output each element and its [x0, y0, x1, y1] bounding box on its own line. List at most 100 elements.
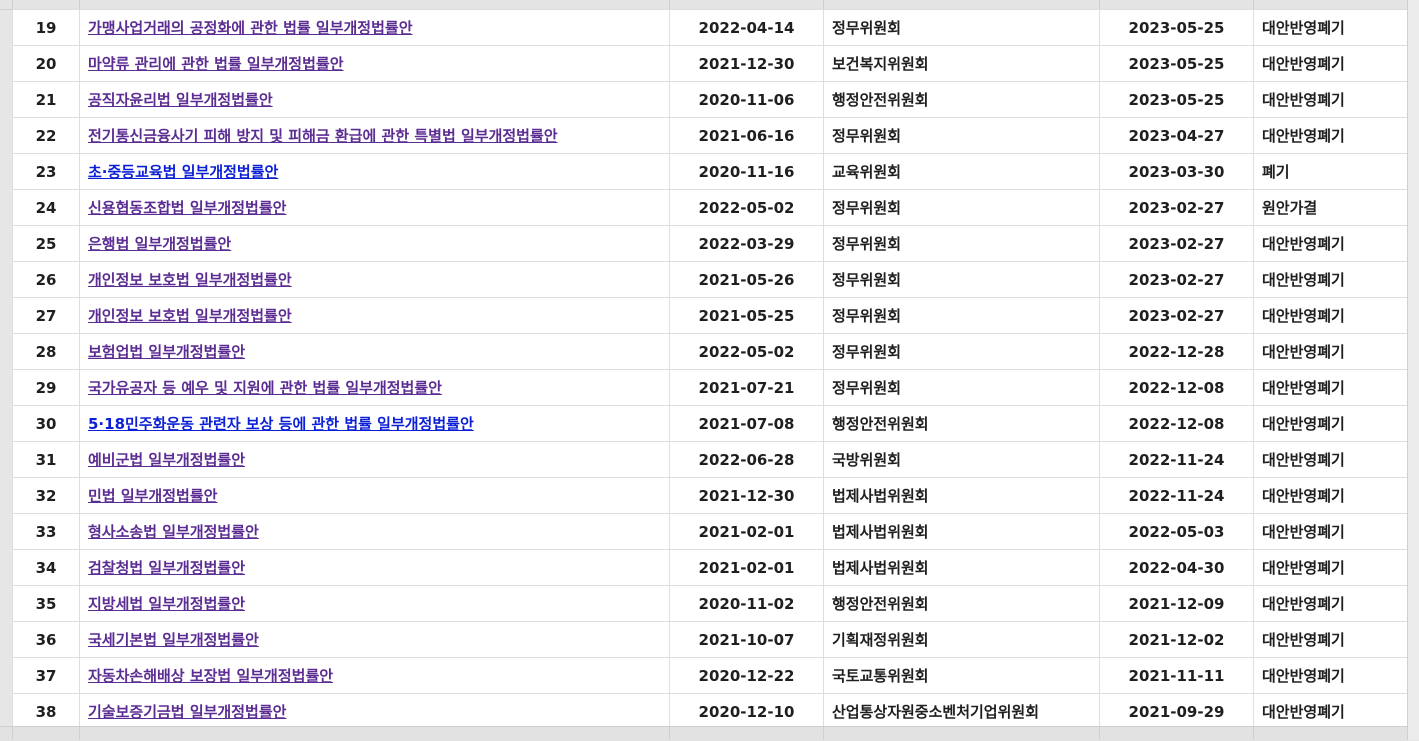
grid-line [1253, 726, 1254, 740]
proposed-date: 2021-10-07 [669, 621, 824, 658]
table-row: 21 공직자윤리법 일부개정법률안 2020-11-06 행정안전위원회 2023-05… [12, 81, 1408, 118]
bill-title-link[interactable]: 지방세법 일부개정법률안 [88, 595, 245, 613]
grid-line [1099, 726, 1100, 740]
grid-line [669, 0, 670, 9]
spreadsheet-view: 19 가맹사업거래의 공정화에 관한 법률 일부개정법률안 2022-04-14 정무… [0, 0, 1419, 741]
committee: 정무위원회 [823, 297, 1100, 334]
bill-title-link[interactable]: 가맹사업거래의 공정화에 관한 법률 일부개정법률안 [88, 19, 413, 37]
row-number: 34 [12, 549, 80, 586]
bill-title-link[interactable]: 전기통신금융사기 피해 방지 및 피해금 환급에 관한 특별법 일부개정법률안 [88, 127, 558, 145]
result-status: 대안반영폐기 [1253, 261, 1408, 298]
grid-line [12, 0, 13, 9]
bill-title-link[interactable]: 신용협동조합법 일부개정법률안 [88, 199, 286, 217]
bill-title-cell: 형사소송법 일부개정법률안 [79, 513, 670, 550]
row-number: 23 [12, 153, 80, 190]
bill-title-cell: 자동차손해배상 보장법 일부개정법률안 [79, 657, 670, 694]
committee: 정무위원회 [823, 189, 1100, 226]
processed-date: 2023-05-25 [1099, 45, 1254, 82]
committee: 정무위원회 [823, 225, 1100, 262]
bill-title-link[interactable]: 공직자윤리법 일부개정법률안 [88, 91, 273, 109]
table-row: 35 지방세법 일부개정법률안 2020-11-02 행정안전위원회 2021-12-0… [12, 585, 1408, 622]
table-row: 20 마약류 관리에 관한 법률 일부개정법률안 2021-12-30 보건복지위원회… [12, 45, 1408, 82]
committee: 정무위원회 [823, 333, 1100, 370]
processed-date: 2022-12-28 [1099, 333, 1254, 370]
result-status: 대안반영폐기 [1253, 117, 1408, 154]
table-row: 19 가맹사업거래의 공정화에 관한 법률 일부개정법률안 2022-04-14 정무… [12, 9, 1408, 46]
bill-title-link[interactable]: 개인정보 보호법 일부개정법률안 [88, 271, 292, 289]
row-number: 32 [12, 477, 80, 514]
table-row: 26 개인정보 보호법 일부개정법률안 2021-05-26 정무위원회 2023-02… [12, 261, 1408, 298]
result-status: 대안반영폐기 [1253, 549, 1408, 586]
result-status: 대안반영폐기 [1253, 693, 1408, 730]
table-row: 23 초·중등교육법 일부개정법률안 2020-11-16 교육위원회 2023-03-… [12, 153, 1408, 190]
result-status: 대안반영폐기 [1253, 513, 1408, 550]
bill-title-link[interactable]: 국세기본법 일부개정법률안 [88, 631, 259, 649]
committee: 정무위원회 [823, 117, 1100, 154]
grid-line [1407, 726, 1408, 740]
proposed-date: 2020-11-06 [669, 81, 824, 118]
grid-line [823, 0, 824, 9]
processed-date: 2022-11-24 [1099, 441, 1254, 478]
table-row: 36 국세기본법 일부개정법률안 2021-10-07 기획재정위원회 2021-12-… [12, 621, 1408, 658]
proposed-date: 2020-11-16 [669, 153, 824, 190]
proposed-date: 2021-12-30 [669, 45, 824, 82]
bill-title-link[interactable]: 형사소송법 일부개정법률안 [88, 523, 259, 541]
proposed-date: 2021-05-26 [669, 261, 824, 298]
processed-date: 2022-05-03 [1099, 513, 1254, 550]
committee: 국방위원회 [823, 441, 1100, 478]
bill-title-cell: 5·18민주화운동 관련자 보상 등에 관한 법률 일부개정법률안 [79, 405, 670, 442]
bill-title-cell: 검찰청법 일부개정법률안 [79, 549, 670, 586]
grid-line [1253, 0, 1254, 9]
committee: 보건복지위원회 [823, 45, 1100, 82]
result-status: 폐기 [1253, 153, 1408, 190]
bill-list-table: 19 가맹사업거래의 공정화에 관한 법률 일부개정법률안 2022-04-14 정무… [12, 9, 1408, 730]
bill-title-cell: 마약류 관리에 관한 법률 일부개정법률안 [79, 45, 670, 82]
table-row: 30 5·18민주화운동 관련자 보상 등에 관한 법률 일부개정법률안 2021-… [12, 405, 1408, 442]
table-row: 33 형사소송법 일부개정법률안 2021-02-01 법제사법위원회 2022-05-… [12, 513, 1408, 550]
proposed-date: 2021-12-30 [669, 477, 824, 514]
processed-date: 2021-12-02 [1099, 621, 1254, 658]
proposed-date: 2022-05-02 [669, 189, 824, 226]
bill-title-link[interactable]: 보험업법 일부개정법률안 [88, 343, 245, 361]
table-row: 37 자동차손해배상 보장법 일부개정법률안 2020-12-22 국토교통위원회 20… [12, 657, 1408, 694]
row-number: 21 [12, 81, 80, 118]
row-number: 30 [12, 405, 80, 442]
row-number: 19 [12, 9, 80, 46]
bill-title-link[interactable]: 검찰청법 일부개정법률안 [88, 559, 245, 577]
bill-list-body: 19 가맹사업거래의 공정화에 관한 법률 일부개정법률안 2022-04-14 정무… [12, 9, 1408, 730]
committee: 행정안전위원회 [823, 405, 1100, 442]
table-row: 38 기술보증기금법 일부개정법률안 2020-12-10 산업통상자원중소벤처기업위… [12, 693, 1408, 730]
next-row-edge [0, 726, 1407, 741]
bill-title-cell: 은행법 일부개정법률안 [79, 225, 670, 262]
right-edge [1407, 0, 1419, 740]
bill-title-link[interactable]: 개인정보 보호법 일부개정법률안 [88, 307, 292, 325]
processed-date: 2021-09-29 [1099, 693, 1254, 730]
table-row: 32 민법 일부개정법률안 2021-12-30 법제사법위원회 2022-11-24 대… [12, 477, 1408, 514]
bill-title-link[interactable]: 초·중등교육법 일부개정법률안 [88, 163, 278, 181]
bill-title-cell: 가맹사업거래의 공정화에 관한 법률 일부개정법률안 [79, 9, 670, 46]
bill-title-link[interactable]: 예비군법 일부개정법률안 [88, 451, 245, 469]
processed-date: 2023-02-27 [1099, 297, 1254, 334]
row-number: 37 [12, 657, 80, 694]
row-number: 27 [12, 297, 80, 334]
bill-title-link[interactable]: 자동차손해배상 보장법 일부개정법률안 [88, 667, 333, 685]
result-status: 대안반영폐기 [1253, 225, 1408, 262]
result-status: 대안반영폐기 [1253, 45, 1408, 82]
grid-line [79, 726, 80, 740]
processed-date: 2023-02-27 [1099, 225, 1254, 262]
bill-title-link[interactable]: 은행법 일부개정법률안 [88, 235, 231, 253]
result-status: 원안가결 [1253, 189, 1408, 226]
table-row: 29 국가유공자 등 예우 및 지원에 관한 법률 일부개정법률안 2021-07-… [12, 369, 1408, 406]
bill-title-cell: 민법 일부개정법률안 [79, 477, 670, 514]
bill-title-link[interactable]: 국가유공자 등 예우 및 지원에 관한 법률 일부개정법률안 [88, 379, 442, 397]
row-number: 36 [12, 621, 80, 658]
row-number: 29 [12, 369, 80, 406]
bill-title-link[interactable]: 기술보증기금법 일부개정법률안 [88, 703, 286, 721]
committee: 정무위원회 [823, 369, 1100, 406]
bill-title-link[interactable]: 민법 일부개정법률안 [88, 487, 217, 505]
bill-title-link[interactable]: 마약류 관리에 관한 법률 일부개정법률안 [88, 55, 344, 73]
proposed-date: 2021-02-01 [669, 549, 824, 586]
table-row: 34 검찰청법 일부개정법률안 2021-02-01 법제사법위원회 2022-04-3… [12, 549, 1408, 586]
bill-title-link[interactable]: 5·18민주화운동 관련자 보상 등에 관한 법률 일부개정법률안 [88, 415, 474, 433]
table-row: 25 은행법 일부개정법률안 2022-03-29 정무위원회 2023-02-27 대안… [12, 225, 1408, 262]
